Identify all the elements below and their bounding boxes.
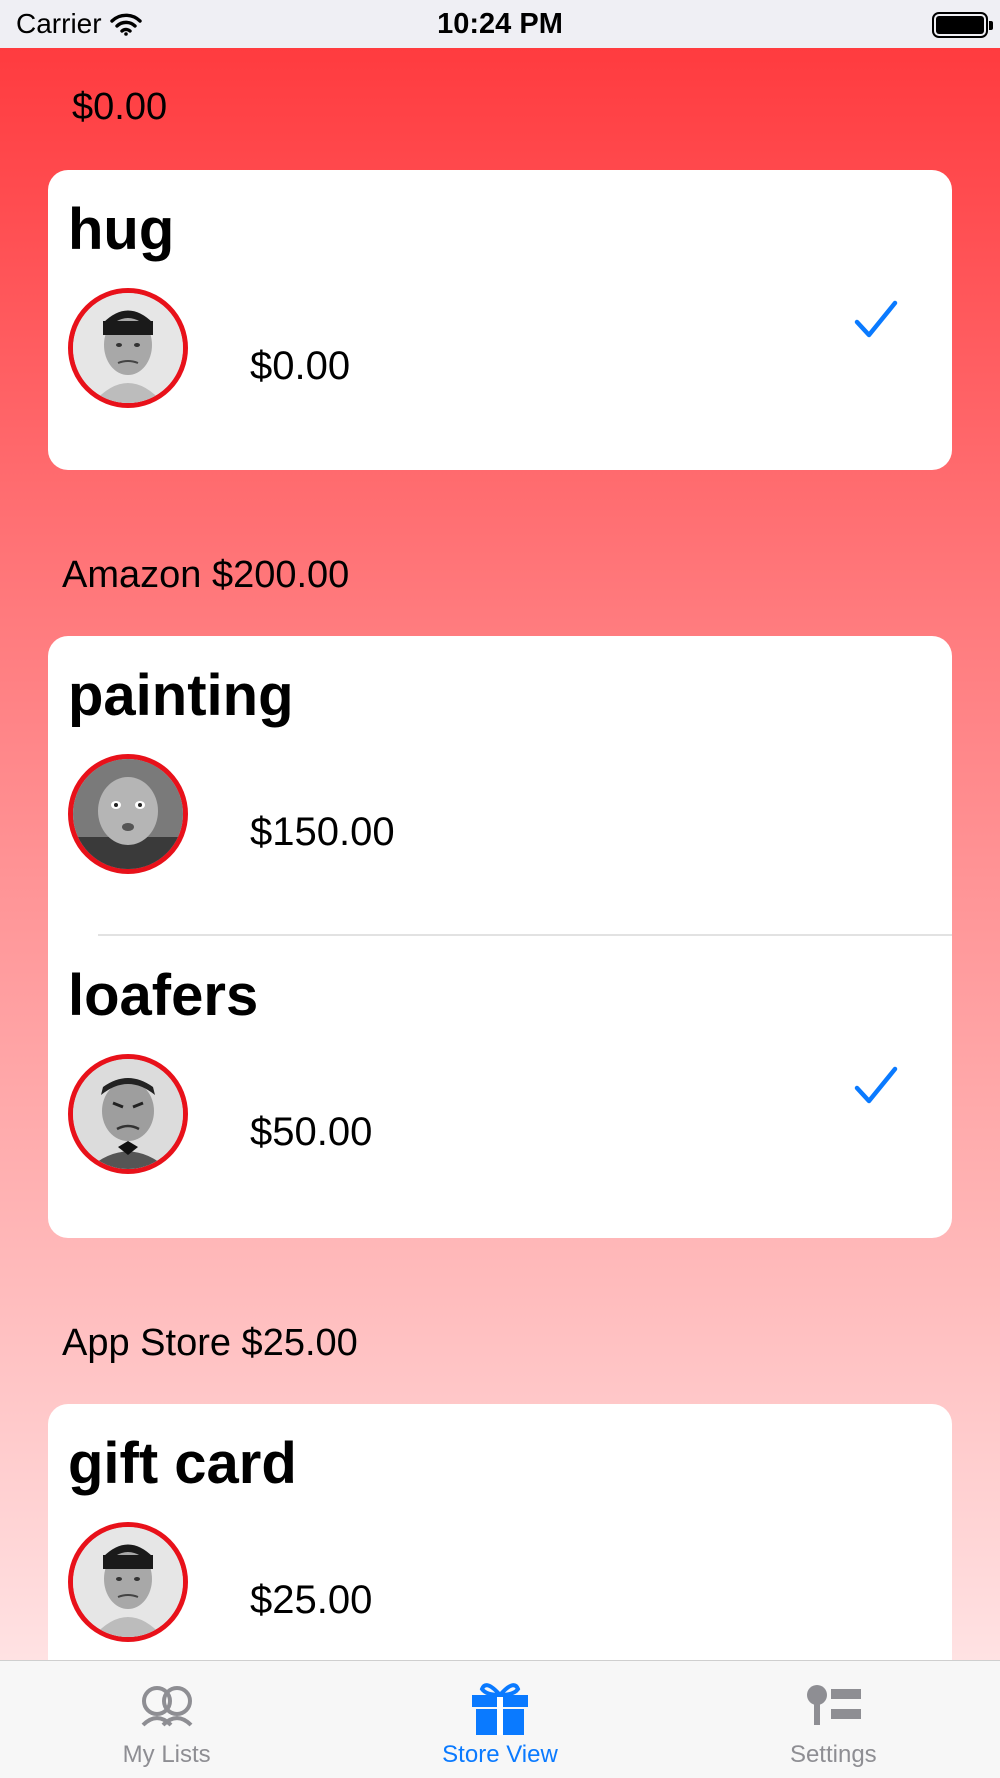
checkmark-icon <box>854 300 898 338</box>
item-title: painting <box>68 663 294 728</box>
tab-store-view[interactable]: Store View <box>333 1661 666 1778</box>
tab-settings[interactable]: Settings <box>667 1661 1000 1778</box>
moe-avatar <box>68 288 188 408</box>
status-left: Carrier <box>16 8 142 40</box>
item-title: hug <box>68 197 175 262</box>
carrier-label: Carrier <box>16 8 102 39</box>
tab-bar: My Lists Store View Settings <box>0 1660 1000 1778</box>
list-item[interactable]: painting $150.00 <box>48 636 952 936</box>
tab-label: My Lists <box>122 1741 211 1768</box>
tab-my-lists[interactable]: My Lists <box>0 1661 333 1778</box>
people-icon <box>141 1686 193 1727</box>
status-time: 10:24 PM <box>437 7 563 40</box>
section-card: gift card $25.00 <box>48 1404 952 1660</box>
item-price: $25.00 <box>250 1578 373 1622</box>
wifi-icon <box>109 13 142 36</box>
item-title: gift card <box>68 1431 297 1496</box>
settings-list-icon <box>807 1685 862 1725</box>
section-header: $0.00 <box>72 86 168 128</box>
item-price: $0.00 <box>250 344 351 388</box>
checkmark-icon <box>854 1066 898 1104</box>
list-item[interactable]: loafers $50.00 <box>48 936 952 1238</box>
tab-label: Store View <box>442 1741 558 1768</box>
gift-icon <box>471 1683 528 1735</box>
item-price: $50.00 <box>250 1110 373 1154</box>
moe-avatar <box>68 1522 188 1642</box>
item-price: $150.00 <box>250 810 395 854</box>
item-title: loafers <box>68 963 259 1028</box>
section-card: painting $150.00 loafers $50.00 <box>48 636 952 1238</box>
store-view-content[interactable]: $0.00 hug $0.00 Amazon $200.00 painting … <box>0 48 1000 1660</box>
curly-avatar <box>68 754 188 874</box>
list-item[interactable]: gift card $25.00 <box>48 1404 952 1660</box>
tab-label: Settings <box>789 1741 877 1768</box>
battery-icon <box>932 12 993 38</box>
section-header: App Store $25.00 <box>62 1322 358 1364</box>
list-item[interactable]: hug $0.00 <box>48 170 952 470</box>
section-header: Amazon $200.00 <box>62 554 350 596</box>
shemp-avatar <box>68 1054 188 1174</box>
status-bar: Carrier 10:24 PM <box>0 0 1000 48</box>
section-card: hug $0.00 <box>48 170 952 470</box>
